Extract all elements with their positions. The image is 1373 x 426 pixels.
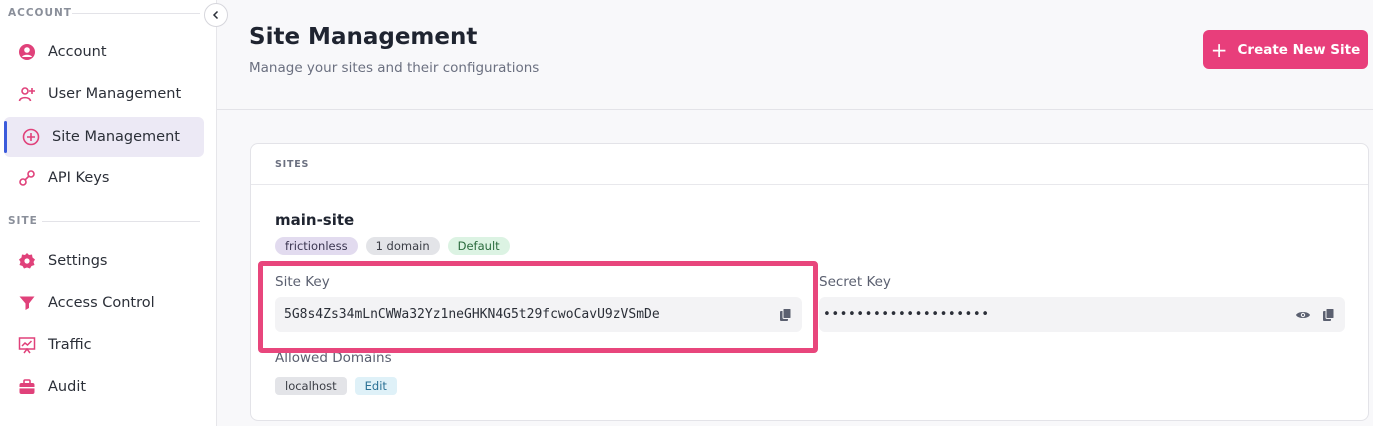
copy-icon <box>780 307 792 321</box>
copy-site-key-button[interactable] <box>776 305 796 325</box>
site-key-label: Site Key <box>275 274 330 290</box>
sidebar-item-api-keys[interactable]: API Keys <box>4 158 204 198</box>
sidebar-item-label: API Keys <box>48 170 110 186</box>
sidebar-section-site: SITE <box>8 215 38 227</box>
sidebar-item-label: Audit <box>48 379 87 395</box>
secret-key-masked-value: •••••••••••••••••••• <box>823 307 990 322</box>
reveal-secret-button[interactable] <box>1293 305 1313 325</box>
sidebar-item-label: Site Management <box>52 129 180 145</box>
briefcase-icon <box>18 378 36 396</box>
chevron-left-icon <box>212 10 219 20</box>
sidebar-item-user-management[interactable]: User Management <box>4 74 204 114</box>
sidebar-collapse-button[interactable] <box>204 3 228 27</box>
domain-chip: localhost <box>275 377 347 395</box>
sidebar: ACCOUNT Account User Management Site Man… <box>0 0 228 426</box>
page-subtitle: Manage your sites and their configuratio… <box>249 60 540 76</box>
app-root: ACCOUNT Account User Management Site Man… <box>0 0 1373 426</box>
key-link-icon <box>18 169 36 187</box>
allowed-domains-label: Allowed Domains <box>275 350 392 366</box>
sites-card: SITES main-site frictionless 1 domain De… <box>250 143 1369 421</box>
site-badges: frictionless 1 domain Default <box>275 237 510 255</box>
sidebar-section-account: ACCOUNT <box>8 7 72 19</box>
allowed-domains-list: localhost Edit <box>275 377 397 395</box>
page-header: Site Management Manage your sites and th… <box>217 0 1373 110</box>
site-key-field[interactable]: 5G8s4Zs34mLnCWWa32Yz1neGHKN4G5t29fcwoCav… <box>275 297 802 332</box>
plus-circle-icon <box>22 128 40 146</box>
eye-icon <box>1296 311 1310 318</box>
secret-key-label: Secret Key <box>819 274 891 290</box>
account-circle-icon <box>18 43 36 61</box>
secret-key-field[interactable]: •••••••••••••••••••• <box>819 297 1345 332</box>
sidebar-item-access-control[interactable]: Access Control <box>4 283 204 323</box>
plus-icon: + <box>1210 37 1228 62</box>
sites-section-label: SITES <box>275 159 310 170</box>
create-new-site-button[interactable]: + Create New Site <box>1203 30 1368 69</box>
sidebar-item-label: Settings <box>48 253 108 269</box>
copy-icon <box>1323 307 1335 321</box>
chart-board-icon <box>18 336 36 354</box>
divider <box>42 221 200 222</box>
filter-icon <box>18 294 36 312</box>
sidebar-item-site-management[interactable]: Site Management <box>4 117 204 157</box>
gear-icon <box>18 252 36 270</box>
sites-card-header: SITES <box>251 144 1368 185</box>
default-badge: Default <box>447 237 510 255</box>
sidebar-item-label: Access Control <box>48 295 155 311</box>
sidebar-item-label: Account <box>48 44 107 60</box>
divider <box>72 13 200 14</box>
site-key-value[interactable]: 5G8s4Zs34mLnCWWa32Yz1neGHKN4G5t29fcwoCav… <box>275 307 776 322</box>
sidebar-item-account[interactable]: Account <box>4 32 204 72</box>
sidebar-item-label: Traffic <box>48 337 92 353</box>
mode-badge: frictionless <box>275 237 358 255</box>
sidebar-item-audit[interactable]: Audit <box>4 367 204 407</box>
main-content: Site Management Manage your sites and th… <box>217 0 1373 426</box>
site-name: main-site <box>275 211 355 229</box>
domain-count-badge: 1 domain <box>365 237 440 255</box>
edit-domains-button[interactable]: Edit <box>354 377 397 395</box>
sidebar-item-label: User Management <box>48 86 182 102</box>
page-title: Site Management <box>249 24 478 50</box>
sidebar-item-traffic[interactable]: Traffic <box>4 325 204 365</box>
user-add-icon <box>18 85 36 103</box>
sidebar-item-settings[interactable]: Settings <box>4 241 204 281</box>
create-new-site-label: Create New Site <box>1237 41 1361 58</box>
copy-secret-key-button[interactable] <box>1319 305 1339 325</box>
